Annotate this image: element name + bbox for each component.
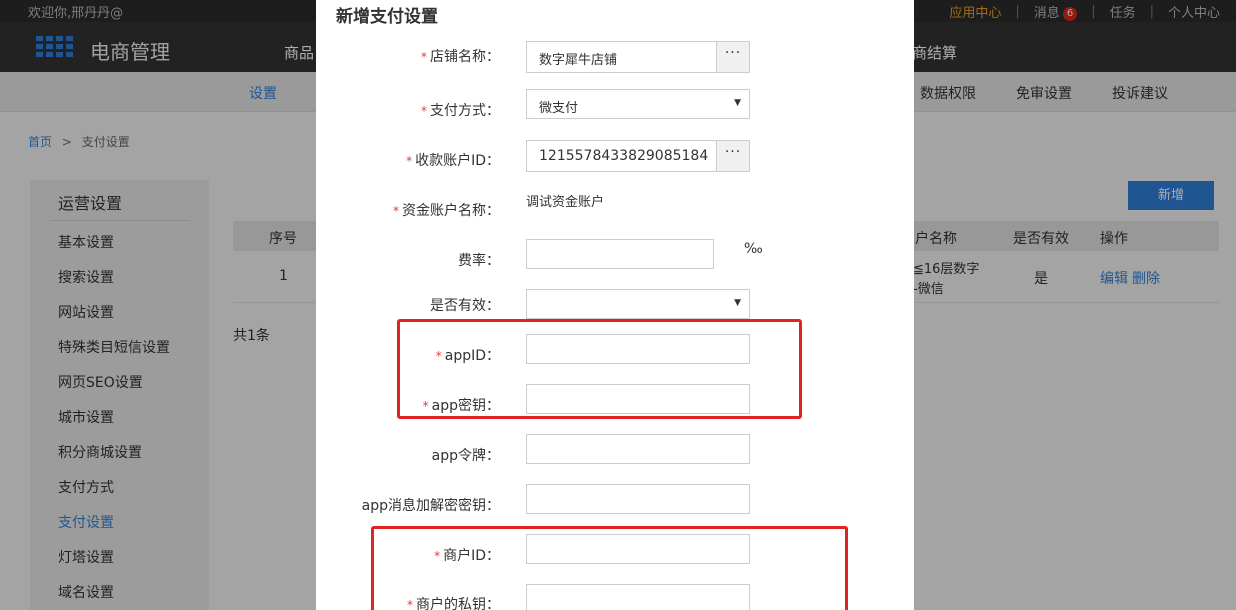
pay-method-label-text: 支付方式： <box>430 103 500 119</box>
app-token-label: app令牌： <box>431 448 500 464</box>
rate-unit: ‰ <box>744 241 763 257</box>
app-msg-key-label: app消息加解密密钥： <box>361 498 500 514</box>
fund-account-label-text: 资金账户名称： <box>402 203 500 219</box>
is-valid-label: 是否有效： <box>430 298 500 314</box>
account-id-value: 1215578433829085184 <box>539 148 709 164</box>
account-id-field[interactable]: 1215578433829085184 ··· <box>526 140 750 172</box>
store-name-field[interactable]: 数字犀牛店铺 ··· <box>526 41 750 73</box>
account-id-picker-button[interactable]: ··· <box>716 141 749 171</box>
highlight-box-app-credentials <box>397 319 802 419</box>
add-payment-settings-modal: 新增支付设置 * 店铺名称： 数字犀牛店铺 ··· * 支付方式： 微支付 ▼ * 收… <box>316 0 914 610</box>
store-name-label: * 店铺名称： <box>421 46 500 66</box>
rate-label: 费率： <box>458 253 500 269</box>
highlight-box-merchant-credentials <box>371 526 848 610</box>
required-mark: * <box>393 204 399 218</box>
fund-account-value: 调试资金账户 <box>526 195 605 210</box>
app-msg-key-input[interactable] <box>526 484 750 514</box>
pay-method-value: 微支付 <box>539 101 579 116</box>
store-name-label-text: 店铺名称： <box>430 49 500 65</box>
required-mark: * <box>406 154 413 168</box>
rate-input[interactable] <box>526 239 714 269</box>
account-id-label-text: 收款账户ID： <box>415 153 500 169</box>
pay-method-select[interactable]: 微支付 ▼ <box>526 89 750 119</box>
chevron-down-icon: ▼ <box>734 298 741 308</box>
required-mark: * <box>421 50 427 64</box>
store-name-value: 数字犀牛店铺 <box>539 53 618 68</box>
chevron-down-icon: ▼ <box>734 98 741 108</box>
required-mark: * <box>421 104 427 118</box>
account-id-label: * 收款账户ID： <box>406 150 500 170</box>
store-name-picker-button[interactable]: ··· <box>716 42 749 72</box>
fund-account-label: * 资金账户名称： <box>393 200 500 220</box>
modal-title: 新增支付设置 <box>336 7 438 27</box>
app-token-input[interactable] <box>526 434 750 464</box>
is-valid-select[interactable]: ▼ <box>526 289 750 319</box>
pay-method-label: * 支付方式： <box>421 100 500 120</box>
